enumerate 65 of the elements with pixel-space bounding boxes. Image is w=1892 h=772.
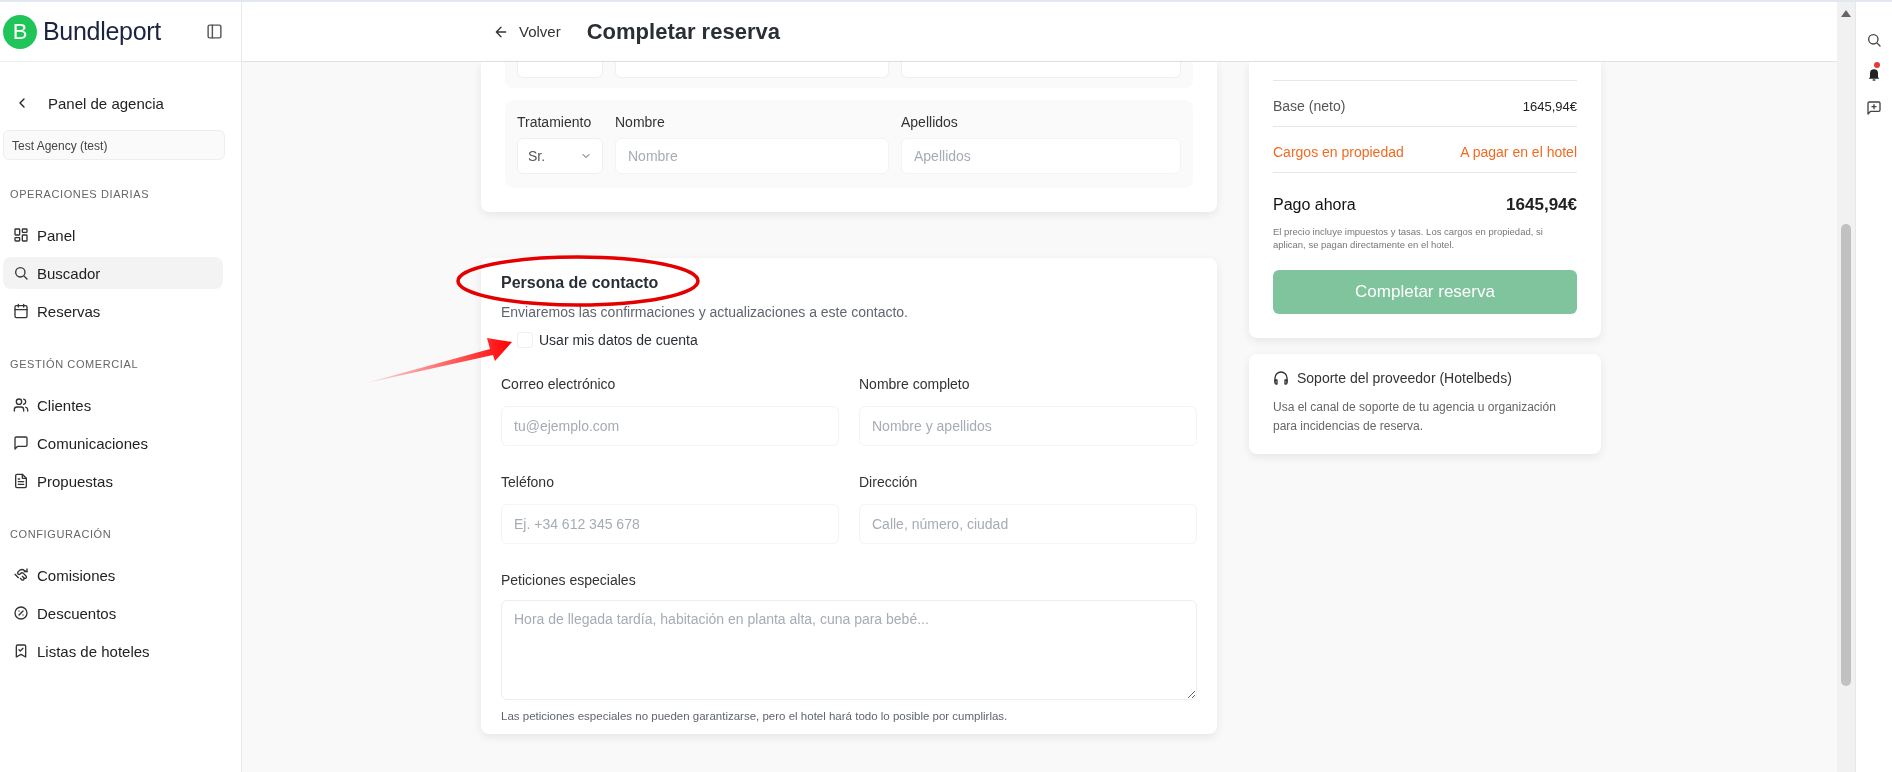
bookmark-icon bbox=[13, 643, 29, 659]
price-label: Base (neto) bbox=[1273, 98, 1346, 114]
agency-selector[interactable]: Test Agency (test) bbox=[3, 130, 225, 160]
nav-item[interactable]: Panel bbox=[3, 219, 223, 251]
field-label: Dirección bbox=[859, 474, 919, 490]
field-label: Peticiones especiales bbox=[501, 572, 637, 588]
field-label: Tratamiento bbox=[517, 114, 593, 130]
treatment-select[interactable] bbox=[517, 62, 603, 78]
search-icon bbox=[13, 265, 29, 281]
requests-textarea[interactable]: Hora de llegada tardía, habitación en planta alta, cuna para bebé... bbox=[501, 600, 1197, 700]
price-value: 1645,94€ bbox=[1522, 98, 1577, 114]
field-label: Apellidos bbox=[901, 114, 959, 130]
nav-item[interactable]: Reservas bbox=[3, 295, 223, 327]
page-title: Completar reserva bbox=[586, 18, 780, 45]
price-value: 1645,94€ bbox=[1506, 195, 1577, 215]
nav-item[interactable]: Comunicaciones bbox=[3, 427, 223, 459]
nav-item[interactable]: Comisiones bbox=[3, 559, 223, 591]
support-text: Usa el canal de soporte de tu agencia u organización para incidencias de reserva. bbox=[1273, 398, 1557, 435]
scrollbar[interactable] bbox=[1837, 2, 1855, 772]
nav-item[interactable]: Descuentos bbox=[3, 597, 223, 629]
field-label: Correo electrónico bbox=[501, 376, 617, 392]
checkbox-label: Usar mis datos de cuenta bbox=[539, 332, 698, 348]
handshake-icon bbox=[13, 567, 29, 583]
percent-badge-icon bbox=[13, 605, 29, 621]
field-label: Nombre completo bbox=[859, 376, 971, 392]
price-value: A pagar en el hotel bbox=[1460, 144, 1577, 160]
nav-item[interactable]: Buscador bbox=[3, 257, 223, 289]
name-input[interactable]: Nombre bbox=[615, 138, 889, 174]
section-title: Persona de contacto bbox=[501, 274, 660, 292]
sidebar-toggle-icon bbox=[206, 23, 223, 40]
logo-mark: B bbox=[3, 14, 37, 49]
input-field[interactable]: Calle, número, ciudad bbox=[859, 504, 1197, 544]
input-field[interactable]: tu@ejemplo.com bbox=[501, 406, 839, 446]
section-label: OPERACIONES DIARIAS bbox=[10, 188, 151, 200]
input-field[interactable]: Nombre y apellidos bbox=[859, 406, 1197, 446]
nav-item[interactable]: Propuestas bbox=[3, 465, 223, 497]
surname-input[interactable] bbox=[901, 62, 1181, 78]
scrollbar-thumb[interactable] bbox=[1841, 224, 1851, 686]
section-description: Enviaremos las confirmaciones y actualizaciones a este contacto. bbox=[501, 304, 909, 320]
treatment-select[interactable]: Sr. bbox=[517, 138, 603, 174]
calendar-icon bbox=[13, 303, 29, 319]
nav-item[interactable]: Listas de hoteles bbox=[3, 635, 223, 667]
chat-icon bbox=[13, 435, 29, 451]
users-icon bbox=[13, 397, 29, 413]
document-icon bbox=[13, 473, 29, 489]
support-title: Soporte del proveedor (Hotelbeds) bbox=[1297, 369, 1512, 386]
hint-text: Las peticiones especiales no pueden garantizarse, pero el hotel hará todo lo posible por cumplirlas. bbox=[501, 710, 1009, 722]
price-label: Pago ahora bbox=[1273, 196, 1356, 214]
name-input[interactable] bbox=[615, 62, 889, 78]
input-field[interactable]: Ej. +34 612 345 678 bbox=[501, 504, 839, 544]
surname-input[interactable]: Apellidos bbox=[901, 138, 1181, 174]
section-label: GESTIÓN COMERCIAL bbox=[10, 358, 140, 370]
message-plus-icon[interactable] bbox=[1866, 100, 1882, 116]
price-note: El precio incluye impuestos y tasas. Los cargos en propiedad, si aplican, se pagan directamente en el hotel. bbox=[1273, 225, 1544, 252]
headphones-icon bbox=[1273, 369, 1289, 386]
field-label: Teléfono bbox=[501, 474, 555, 490]
field-label: Nombre bbox=[615, 114, 666, 130]
section-label: CONFIGURACIÓN bbox=[10, 528, 113, 540]
back-button[interactable]: Volver bbox=[493, 23, 561, 40]
back-link[interactable]: Panel de agencia bbox=[0, 92, 241, 114]
logo-wordmark: Bundleport bbox=[43, 17, 161, 46]
price-label: Cargos en propiedad bbox=[1273, 144, 1404, 160]
grid-icon bbox=[13, 227, 29, 243]
nav-item[interactable]: Clientes bbox=[3, 389, 223, 421]
search-icon[interactable] bbox=[1866, 32, 1882, 48]
